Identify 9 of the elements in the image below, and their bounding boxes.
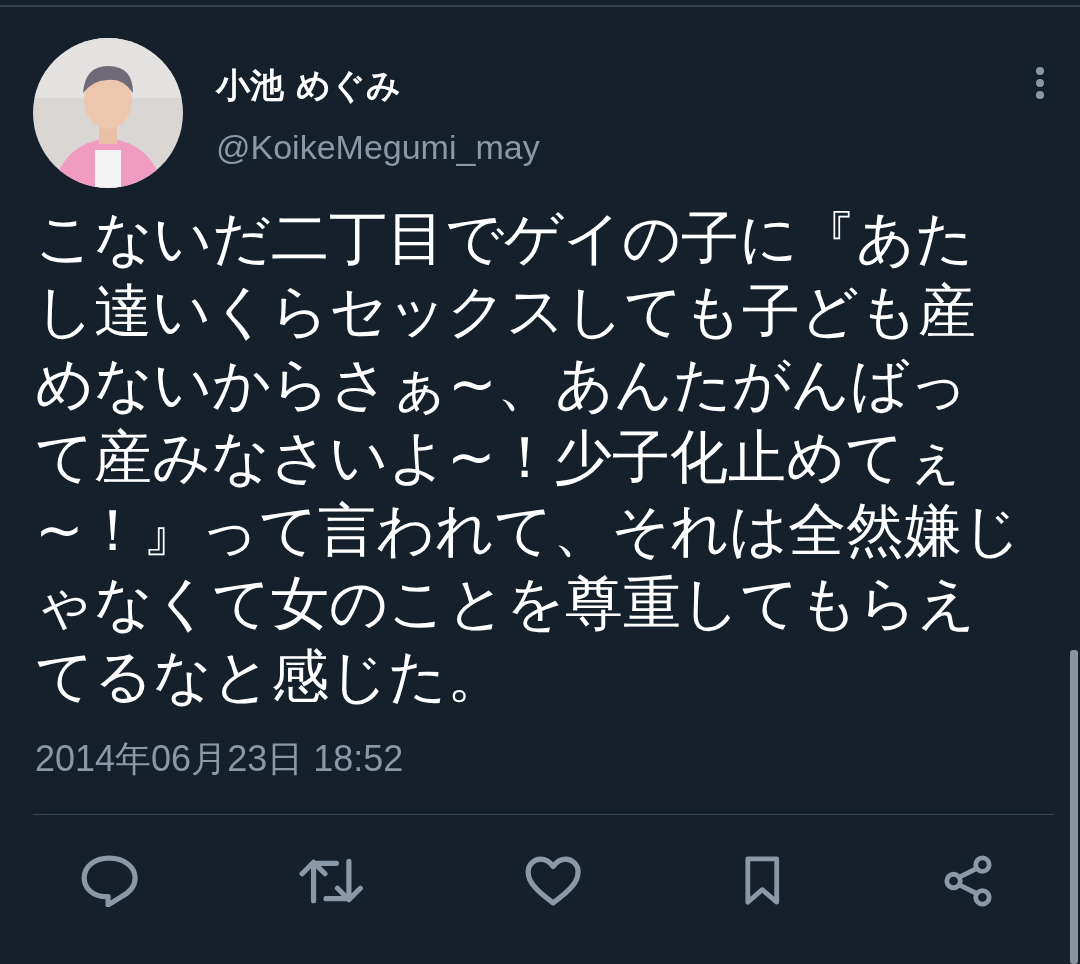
tweet-text: こないだ二丁目でゲイの子に『あたし達いくらセックスしても子ども産めないからさぁ~、あんたがんばって産みなさいよ~！少子化止めてぇ~！』って言われて、それは全然嫌じゃなくて女のことを尊重してもらえてるなと感じた。 <box>35 203 1022 712</box>
scrollbar[interactable] <box>1070 650 1078 964</box>
timestamp[interactable]: 2014年06月23日 18:52 <box>35 735 404 784</box>
bookmark-icon[interactable] <box>742 855 782 907</box>
display-name[interactable]: 小池 めぐみ <box>216 58 401 112</box>
reply-icon[interactable] <box>80 855 139 907</box>
user-handle[interactable]: @KoikeMegumi_may <box>216 120 540 174</box>
more-icon[interactable] <box>1035 66 1045 100</box>
heart-icon[interactable] <box>524 855 583 907</box>
